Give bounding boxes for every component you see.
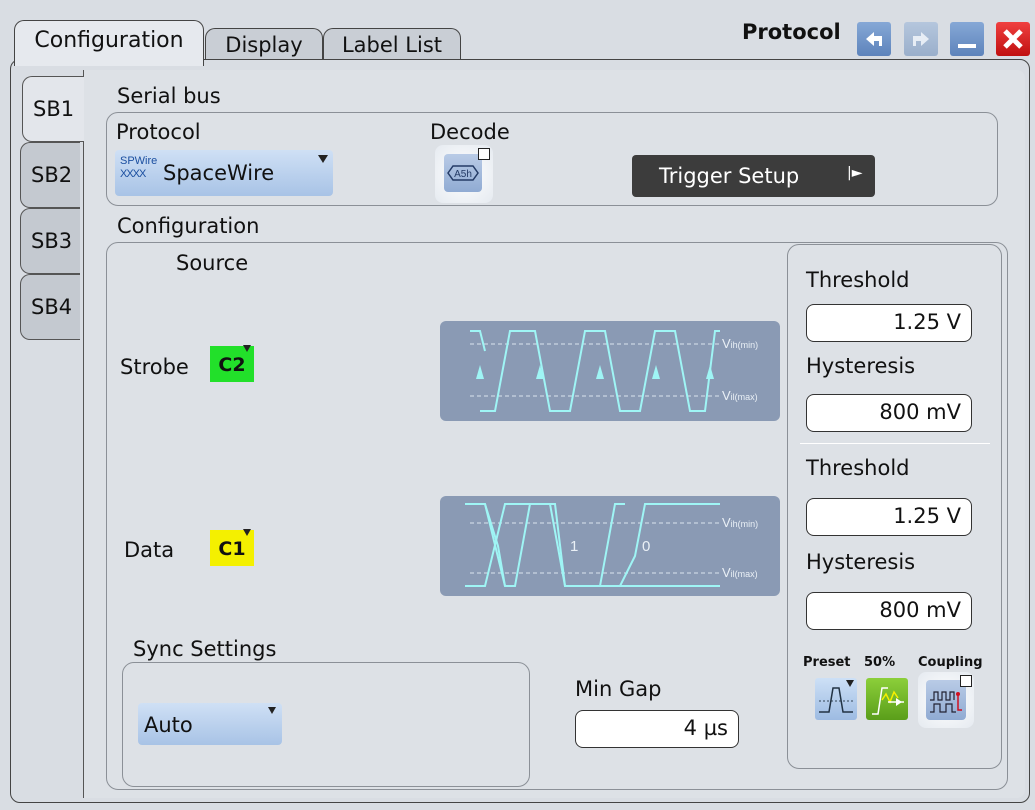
data-waveform-icon: 1 0 Vih(min) Vil(max): [465, 503, 758, 587]
tab-configuration[interactable]: Configuration: [14, 20, 204, 66]
spacewire-icon-bottom: XXXX: [120, 168, 146, 180]
preset-label: Preset: [803, 655, 851, 670]
min-gap-label: Min Gap: [575, 677, 662, 701]
source-label: Source: [176, 251, 249, 275]
strobe-threshold-input[interactable]: 1.25 V: [806, 304, 972, 342]
vil-label: V: [722, 388, 731, 403]
strobe-label: Strobe: [120, 355, 189, 379]
side-tab-sb1[interactable]: SB1: [22, 76, 84, 142]
chevron-down-icon: [243, 529, 251, 536]
protocol-dropdown[interactable]: SPWire XXXX SpaceWire: [115, 150, 333, 196]
tab-label-list-label: Label List: [341, 33, 443, 57]
svg-text:Vil(max): Vil(max): [722, 388, 758, 403]
strobe-channel-value: C2: [218, 354, 246, 376]
vih-sub: ih(min): [731, 340, 759, 350]
chevron-down-icon: [268, 707, 276, 714]
undo-icon: [866, 32, 882, 46]
redo-icon: [913, 32, 929, 46]
close-icon: [1003, 29, 1023, 49]
min-gap-input[interactable]: 4 µs: [575, 710, 739, 748]
protocol-value: SpaceWire: [163, 161, 275, 185]
tab-configuration-label: Configuration: [34, 28, 184, 53]
bit-one-label: 1: [570, 538, 578, 555]
sync-settings-label: Sync Settings: [133, 637, 277, 661]
chevron-down-icon: [243, 345, 251, 352]
strobe-threshold-label: Threshold: [806, 268, 910, 292]
arrow-right-icon: |►: [847, 165, 863, 181]
threshold-50-icon: [872, 687, 904, 715]
side-tab-sb3-label: SB3: [31, 229, 73, 253]
tab-label-list[interactable]: Label List: [323, 28, 461, 60]
strobe-channel-selector[interactable]: C2: [210, 345, 254, 382]
svg-text:Vih(min): Vih(min): [722, 336, 758, 351]
vil-sub-2: il(max): [731, 569, 758, 579]
sync-mode-value: Auto: [144, 713, 193, 737]
hex-bus-icon: A5h: [447, 165, 479, 181]
svg-text:Vil(max): Vil(max): [722, 565, 758, 580]
side-tab-sb4[interactable]: SB4: [20, 274, 80, 340]
bit-zero-label: 0: [642, 538, 650, 555]
coupling-toggle[interactable]: [918, 672, 974, 728]
tab-display-label: Display: [225, 33, 303, 57]
data-hysteresis-label: Hysteresis: [806, 550, 916, 574]
vih-label: V: [722, 336, 731, 351]
side-tab-sb2[interactable]: SB2: [20, 142, 80, 208]
window-title: Protocol: [742, 20, 841, 44]
spacewire-icon: SPWire XXXX: [120, 155, 157, 181]
data-label: Data: [124, 538, 175, 562]
decode-toggle[interactable]: A5h: [435, 145, 493, 203]
data-threshold-input[interactable]: 1.25 V: [806, 498, 972, 536]
vih-sub-2: ih(min): [731, 519, 759, 529]
divider: [800, 443, 990, 444]
strobe-hysteresis-label: Hysteresis: [806, 354, 916, 378]
data-channel-value: C1: [218, 538, 246, 560]
close-button[interactable]: [996, 22, 1030, 56]
data-channel-selector[interactable]: C1: [210, 529, 254, 566]
strobe-waveform-diagram: Vih(min) Vil(max): [440, 321, 780, 421]
decode-icon-text: A5h: [454, 169, 472, 180]
decode-checkbox: [478, 148, 490, 160]
side-tab-sb2-label: SB2: [31, 163, 73, 187]
data-threshold-label: Threshold: [806, 456, 910, 480]
trigger-setup-button[interactable]: Trigger Setup |►: [632, 155, 875, 197]
redo-button[interactable]: [904, 22, 938, 56]
fifty-percent-label: 50%: [864, 655, 896, 670]
vih-label-2: V: [722, 515, 731, 530]
spacewire-icon-top: SPWire: [120, 155, 158, 167]
vil-sub: il(max): [731, 392, 758, 402]
svg-text:Vih(min): Vih(min): [722, 515, 758, 530]
protocol-label: Protocol: [116, 120, 201, 144]
data-waveform-diagram: 1 0 Vih(min) Vil(max): [440, 496, 780, 596]
chevron-down-icon: [318, 155, 328, 163]
preset-button[interactable]: [815, 678, 857, 720]
minimize-icon: [958, 44, 976, 48]
data-hysteresis-input[interactable]: 800 mV: [806, 592, 972, 630]
fifty-percent-button[interactable]: [866, 678, 908, 720]
chevron-down-icon: [846, 680, 854, 687]
minimize-button[interactable]: [950, 22, 984, 56]
undo-button[interactable]: [857, 22, 891, 56]
side-tab-sb1-label: SB1: [33, 97, 75, 121]
coupling-checkbox: [960, 675, 972, 687]
tab-display[interactable]: Display: [205, 28, 323, 60]
side-tab-sb4-label: SB4: [31, 295, 73, 319]
strobe-waveform-icon: Vih(min) Vil(max): [470, 330, 758, 412]
trigger-setup-label: Trigger Setup: [659, 164, 800, 188]
coupling-label: Coupling: [918, 655, 983, 670]
side-tab-sb3[interactable]: SB3: [20, 208, 80, 274]
decode-label: Decode: [430, 120, 510, 144]
decode-icon: A5h: [444, 154, 482, 192]
serial-bus-group-label: Serial bus: [117, 84, 221, 108]
strobe-hysteresis-input[interactable]: 800 mV: [806, 394, 972, 432]
sync-mode-dropdown[interactable]: Auto: [138, 703, 282, 745]
vil-label-2: V: [722, 565, 731, 580]
configuration-group-label: Configuration: [117, 214, 260, 238]
